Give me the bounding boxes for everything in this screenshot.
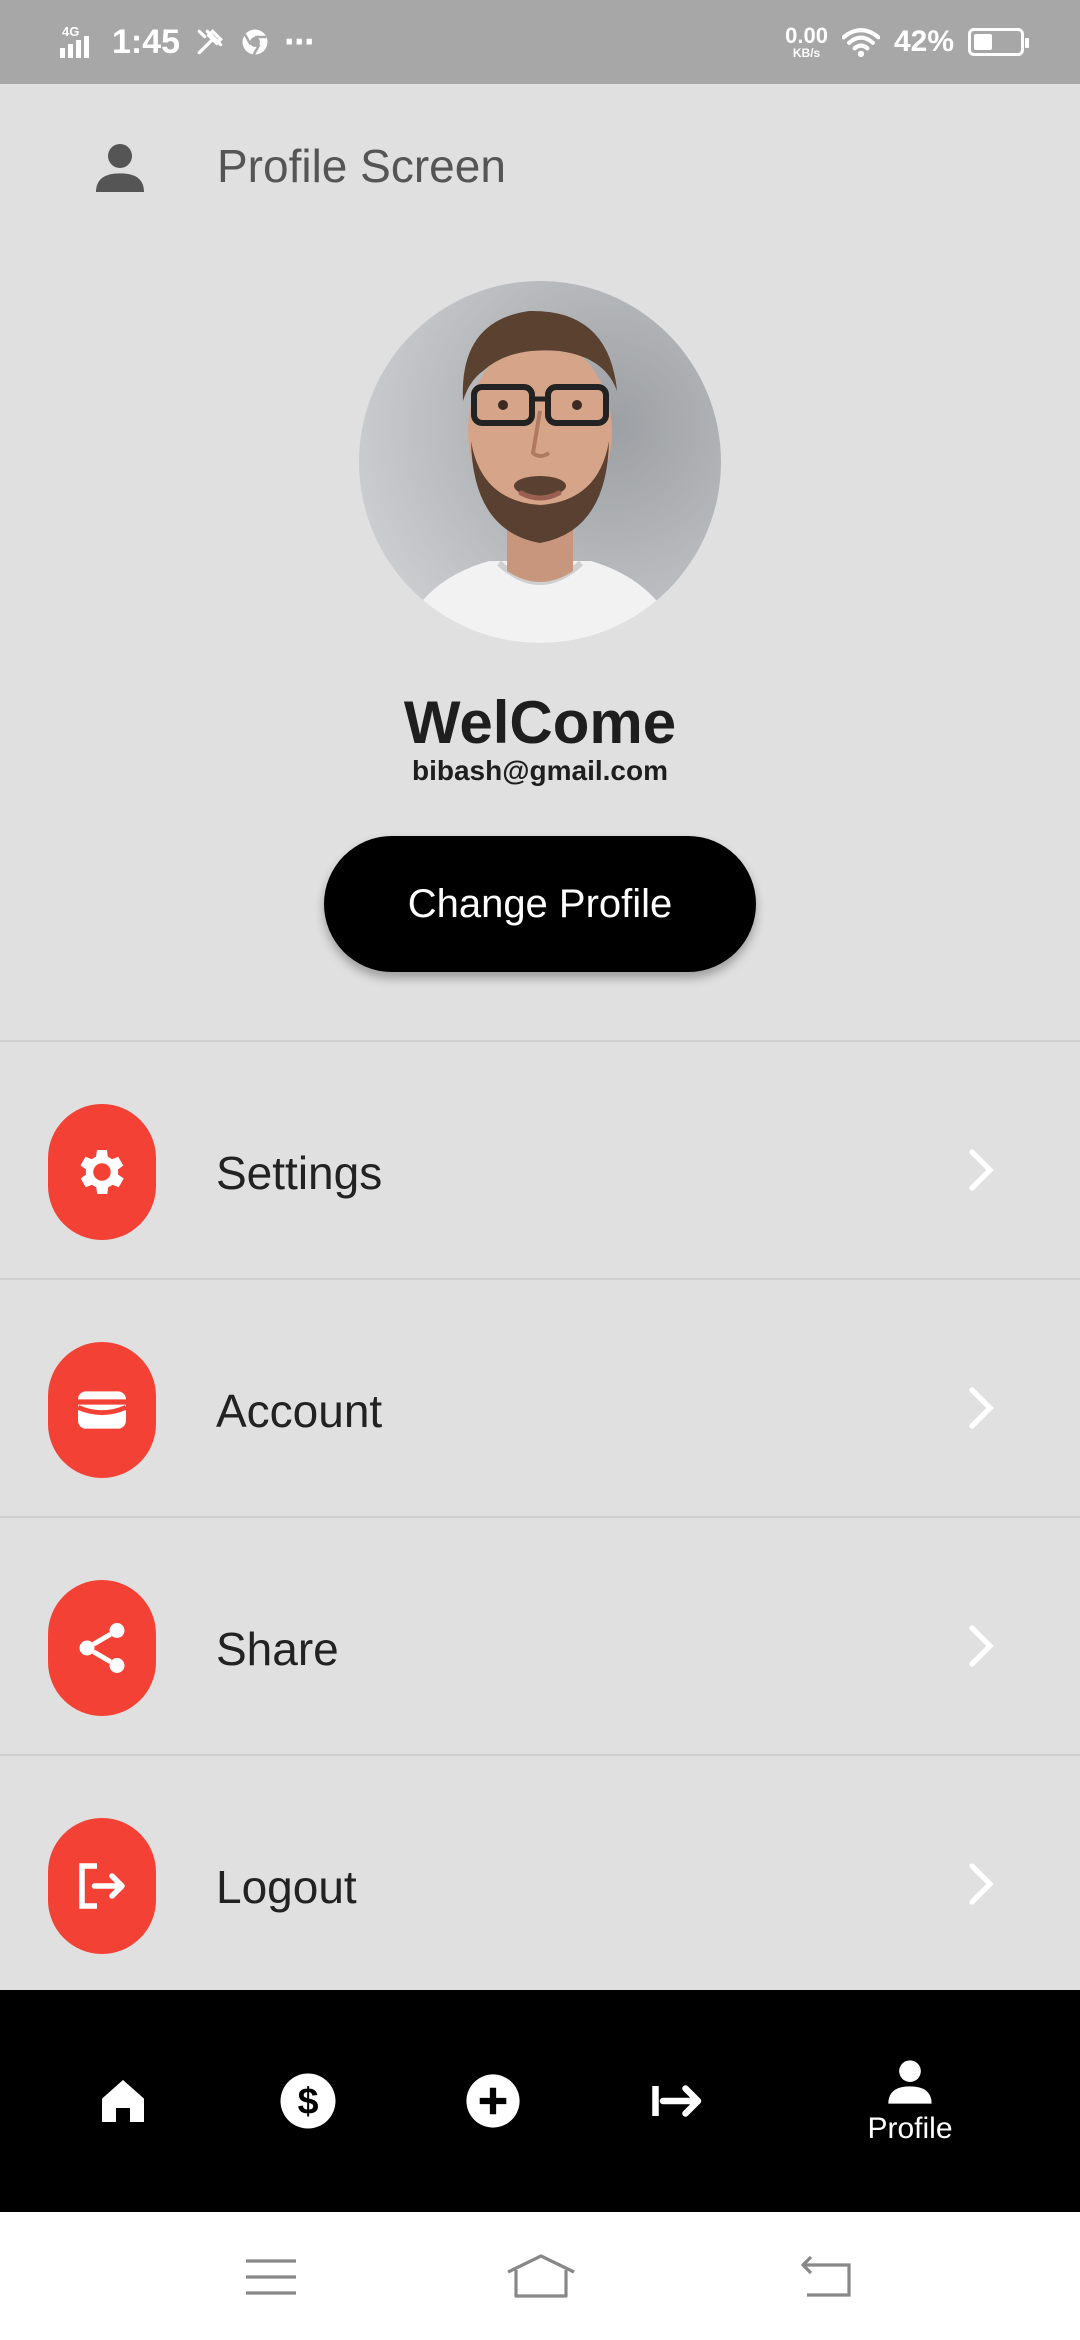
logout-icon [79,1863,125,1909]
tools-icon [197,29,223,55]
bottom-navigation: $ Profile [0,1990,1080,2212]
wallet-icon [77,1391,127,1429]
settings-icon-badge [48,1104,156,1240]
nav-item-add[interactable] [430,1990,556,2212]
nav-item-logout[interactable] [615,1990,741,2212]
menu-item-label: Account [216,1385,383,1437]
status-time: 1:45 [112,22,181,61]
welcome-heading: WelCome [403,689,677,756]
back-arrow-icon [801,2255,851,2297]
back-button[interactable] [790,2242,860,2312]
status-bar-left: 4G 1:45 ⋯ [58,18,314,66]
nav-item-home[interactable] [60,1990,186,2212]
profile-avatar [359,281,721,643]
network-speed-value: 0.00 [785,23,828,48]
nav-item-profile[interactable]: Profile [840,1990,980,2212]
chevron-right-icon [969,1863,994,1905]
status-bar: 4G 1:45 ⋯ 0.00 KB/s 42% [0,0,1080,84]
battery-icon [968,28,1029,56]
person-icon [96,144,144,192]
network-speed-unit: KB/s [792,46,821,60]
network-type: 4G [62,24,79,39]
signal-4g-icon: 4G [60,24,89,58]
menu-item-label: Logout [216,1861,357,1913]
add-circle-icon [466,2074,520,2128]
logout-icon-badge [48,1818,156,1954]
menu-item-label: Settings [216,1147,383,1199]
status-bar-right: 0.00 KB/s 42% [785,18,1029,66]
dollar-icon: $ [280,2073,336,2129]
nav-item-label: Profile [867,2112,953,2145]
share-icon [79,1623,125,1673]
svg-text:$: $ [298,2080,319,2122]
recents-button[interactable] [236,2242,306,2312]
menu-item-account[interactable]: Account [0,1278,1080,1516]
network-speed: 0.00 KB/s [785,23,828,60]
account-icon-badge [48,1342,156,1478]
gear-icon [80,1150,124,1194]
home-outline-icon [507,2254,575,2298]
menu-item-label: Share [216,1623,339,1675]
wifi-icon [841,28,880,58]
battery-level-fill [974,34,993,50]
nav-item-payments[interactable]: $ [245,1990,371,2212]
chevron-right-icon [969,1625,994,1667]
user-email: bibash@gmail.com [411,755,669,786]
menu-item-logout[interactable]: Logout [0,1754,1080,1992]
system-navigation-bar [0,2212,1080,2340]
menu-item-settings[interactable]: Settings [0,1040,1080,1278]
page-title: Profile Screen [217,140,506,192]
home-button[interactable] [506,2242,576,2312]
arrow-right-to-icon [652,2085,702,2117]
profile-menu: Settings Account Share Logout [0,1040,1080,1992]
menu-item-share[interactable]: Share [0,1516,1080,1754]
menu-lines-icon [246,2259,296,2295]
home-icon [102,2080,144,2122]
app-header: Profile Screen [0,84,1080,254]
chevron-right-icon [969,1149,994,1191]
more-notifications-icon: ⋯ [284,25,315,59]
person-icon [888,2060,932,2104]
chrome-icon [242,29,268,56]
share-icon-badge [48,1580,156,1716]
change-profile-button[interactable]: Change Profile [324,836,756,972]
chevron-right-icon [969,1387,994,1429]
battery-percent: 42% [893,25,954,58]
